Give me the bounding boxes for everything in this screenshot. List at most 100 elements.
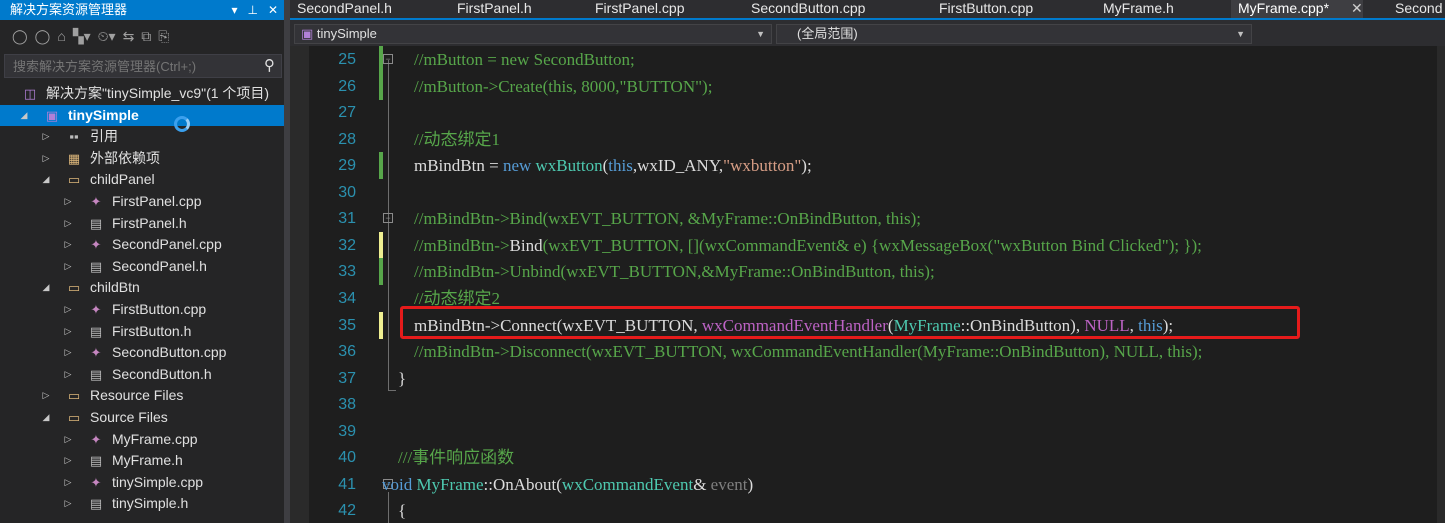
tree-item[interactable]: ▷ ▦ 外部依赖项 bbox=[0, 148, 284, 169]
tab-document[interactable]: MyFrame.h bbox=[1096, 0, 1174, 18]
sync-icon[interactable]: ⇆ bbox=[123, 28, 135, 45]
tree-item[interactable]: ◫ 解决方案"tinySimple_vc9"(1 个项目) bbox=[0, 83, 284, 104]
line-number: 41 bbox=[338, 475, 356, 493]
tree-item-label: 外部依赖项 bbox=[90, 149, 160, 166]
code-line[interactable]: 36 //mBindBtn->Disconnect(wxEVT_BUTTON, w… bbox=[290, 338, 1445, 365]
tree-item[interactable]: ▷ ▪▪ 引用 bbox=[0, 126, 284, 147]
collapse-arrow-icon[interactable]: ◢ bbox=[40, 407, 52, 428]
code-line[interactable]: 37} bbox=[290, 365, 1445, 392]
tab-document[interactable]: MyFrame.cpp* ✕ bbox=[1231, 0, 1363, 18]
code-editor[interactable]: 25 − //mButton = new SecondButton; 26 //mBut… bbox=[290, 46, 1445, 523]
line-number: 30 bbox=[338, 183, 356, 201]
collapse-arrow-icon[interactable]: ◢ bbox=[18, 105, 30, 126]
vertical-scrollbar[interactable] bbox=[1437, 46, 1445, 523]
tree-item[interactable]: ▷ ✦ FirstButton.cpp bbox=[0, 299, 284, 320]
tree-item[interactable]: ▷ ✦ FirstPanel.cpp bbox=[0, 191, 284, 212]
collapse-region-icon[interactable]: − bbox=[383, 54, 393, 64]
tree-item[interactable]: ▷ ▭ Resource Files bbox=[0, 385, 284, 406]
code-line[interactable]: 29 mBindBtn = new wxButton(this,wxID_ANY,… bbox=[290, 152, 1445, 180]
show-all-files-icon[interactable]: ⎘ bbox=[158, 28, 169, 45]
expand-arrow-icon[interactable]: ▷ bbox=[62, 256, 74, 277]
code-text: //mBindBtn->Disconnect(wxEVT_BUTTON, wxC… bbox=[414, 338, 1202, 365]
tree-item[interactable]: ◢ ▣ tinySimple bbox=[0, 104, 284, 126]
header-file-icon: ▤ bbox=[89, 496, 103, 512]
tab-document[interactable]: SecondButton.cpp bbox=[744, 0, 865, 18]
tree-item[interactable]: ◢ ▭ Source Files bbox=[0, 407, 284, 428]
code-line[interactable]: 28 //动态绑定1 bbox=[290, 126, 1445, 153]
change-marker bbox=[379, 152, 383, 180]
expand-arrow-icon[interactable]: ▷ bbox=[62, 234, 74, 255]
code-token: wxCommandEvent bbox=[561, 474, 694, 494]
code-text: //mBindBtn->Bind(wxEVT_BUTTON, [](wxComm… bbox=[414, 232, 1202, 259]
expand-arrow-icon[interactable]: ▷ bbox=[62, 213, 74, 234]
forward-icon[interactable]: ◯ bbox=[35, 28, 51, 45]
tab-document[interactable]: FirstPanel.h bbox=[450, 0, 532, 18]
expand-arrow-icon[interactable]: ▷ bbox=[62, 321, 74, 342]
code-line[interactable]: 33 //mBindBtn->Unbind(wxEVT_BUTTON,&MyFra… bbox=[290, 258, 1445, 286]
code-line[interactable]: 38 bbox=[290, 391, 1445, 418]
code-token: Bind bbox=[509, 235, 543, 255]
tab-close-icon[interactable]: ✕ bbox=[1351, 0, 1363, 16]
collapse-arrow-icon[interactable]: ◢ bbox=[40, 277, 52, 298]
expand-arrow-icon[interactable]: ▷ bbox=[62, 450, 74, 471]
tree-item-label: FirstPanel.h bbox=[112, 214, 187, 231]
code-line[interactable]: 40 ///事件响应函数 bbox=[290, 444, 1445, 471]
filter-folder-icon: ▭ bbox=[67, 280, 81, 296]
expand-arrow-icon[interactable]: ▷ bbox=[62, 472, 74, 493]
expand-arrow-icon[interactable]: ▷ bbox=[62, 191, 74, 212]
tree-item[interactable]: ▷ ▤ MyFrame.h bbox=[0, 450, 284, 471]
search-icon[interactable]: ⚲ bbox=[264, 56, 275, 74]
code-line[interactable]: 26 //mButton->Create(this, 8000,"BUTTON")… bbox=[290, 72, 1445, 100]
expand-arrow-icon[interactable]: ▷ bbox=[62, 493, 74, 514]
project-dropdown[interactable]: ▣ tinySimple ▼ bbox=[294, 24, 772, 44]
cpp-file-icon: ✦ bbox=[90, 194, 102, 209]
pin-icon[interactable]: ⊥ bbox=[247, 0, 257, 20]
tree-item[interactable]: ▷ ▤ SecondButton.h bbox=[0, 364, 284, 385]
code-line[interactable]: 25 − //mButton = new SecondButton; bbox=[290, 46, 1445, 73]
tab-document[interactable]: SecondPanel.h bbox=[290, 0, 392, 18]
expand-arrow-icon[interactable]: ▷ bbox=[40, 126, 52, 147]
scope-dropdown[interactable]: (全局范围) ▼ bbox=[776, 24, 1252, 44]
code-line[interactable]: 27 bbox=[290, 99, 1445, 126]
tab-label: FirstPanel.h bbox=[457, 0, 532, 16]
tree-item[interactable]: ▷ ✦ SecondPanel.cpp bbox=[0, 234, 284, 255]
collapse-arrow-icon[interactable]: ◢ bbox=[40, 169, 52, 190]
back-icon[interactable]: ◯ bbox=[12, 28, 28, 45]
code-line[interactable]: 32 //mBindBtn->Bind(wxEVT_BUTTON, [](wxCo… bbox=[290, 231, 1445, 259]
switch-views-icon[interactable]: ▚▾ bbox=[73, 28, 91, 45]
window-position-icon[interactable]: ▾ bbox=[231, 0, 237, 20]
close-icon[interactable]: ✕ bbox=[268, 0, 278, 20]
code-line[interactable]: 42 { bbox=[290, 497, 1445, 523]
tree-item[interactable]: ▷ ▤ FirstButton.h bbox=[0, 321, 284, 342]
expand-arrow-icon[interactable]: ▷ bbox=[62, 342, 74, 363]
collapse-all-icon[interactable]: ⧉ bbox=[141, 28, 151, 45]
tree-item[interactable]: ▷ ▤ SecondPanel.h bbox=[0, 256, 284, 277]
tree-item[interactable]: ▷ ▤ FirstPanel.h bbox=[0, 213, 284, 234]
tree-item[interactable]: ◢ ▭ childPanel bbox=[0, 169, 284, 190]
expand-arrow-icon[interactable]: ▷ bbox=[40, 385, 52, 406]
code-line[interactable]: 31 − //mBindBtn->Bind(wxEVT_BUTTON, &MyFra… bbox=[290, 205, 1445, 232]
expand-arrow-icon[interactable]: ▷ bbox=[62, 429, 74, 450]
tree-item[interactable]: ◢ ▭ childBtn bbox=[0, 277, 284, 298]
expand-arrow-icon[interactable]: ▷ bbox=[62, 299, 74, 320]
home-icon[interactable]: ⌂ bbox=[57, 28, 65, 44]
pending-changes-icon[interactable]: ⏲▾ bbox=[98, 28, 116, 45]
tab-document[interactable]: FirstButton.cpp bbox=[932, 0, 1033, 18]
solution-explorer-search-box[interactable]: ⚲ bbox=[4, 54, 282, 78]
tree-item[interactable]: ▷ ✦ MyFrame.cpp bbox=[0, 429, 284, 450]
tree-item[interactable]: ▷ ▤ tinySimple.h bbox=[0, 493, 284, 514]
expand-arrow-icon[interactable]: ▷ bbox=[62, 364, 74, 385]
collapse-region-icon[interactable]: − bbox=[383, 213, 393, 224]
filter-folder-icon: ▭ bbox=[67, 172, 81, 188]
tab-document[interactable]: Second bbox=[1388, 0, 1442, 18]
tree-item-label: SecondPanel.cpp bbox=[112, 236, 222, 253]
tree-item[interactable]: ▷ ✦ tinySimple.cpp bbox=[0, 472, 284, 493]
tree-item[interactable]: ▷ ✦ SecondButton.cpp bbox=[0, 342, 284, 363]
tree-item-label: SecondPanel.h bbox=[112, 257, 207, 274]
code-line[interactable]: 30 bbox=[290, 179, 1445, 206]
code-line[interactable]: 39 bbox=[290, 418, 1445, 445]
expand-arrow-icon[interactable]: ▷ bbox=[40, 148, 52, 169]
tab-document[interactable]: FirstPanel.cpp bbox=[588, 0, 684, 18]
code-line[interactable]: 41− void MyFrame::OnAbout(wxCommandEvent&… bbox=[290, 471, 1445, 498]
solution-explorer-search-input[interactable] bbox=[13, 58, 243, 74]
